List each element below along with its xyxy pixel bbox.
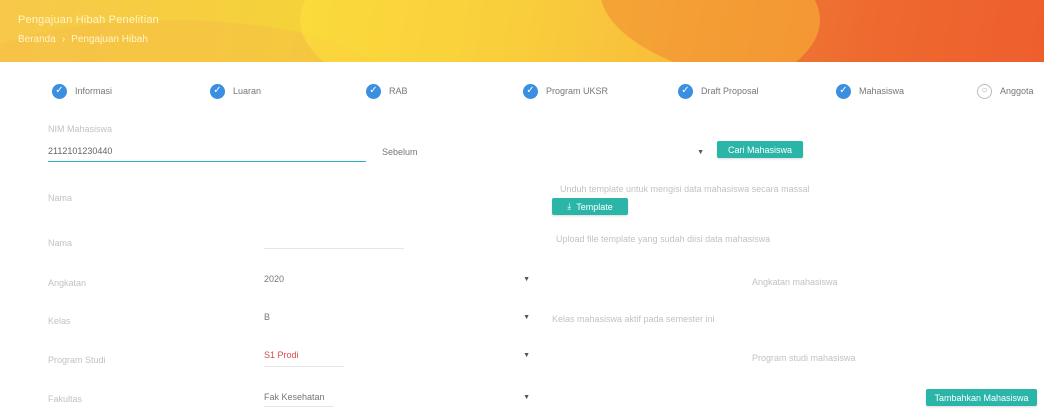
step-program-uksr[interactable]: ✓ Program UKSR — [523, 82, 608, 100]
chevron-down-icon: ▼ — [523, 351, 530, 359]
step-rab[interactable]: ✓ RAB — [366, 82, 408, 100]
chevron-down-icon: ▼ — [523, 393, 530, 401]
nim-input[interactable] — [48, 140, 366, 162]
step-label: Program UKSR — [546, 86, 609, 96]
fakultas-label: Fakultas — [48, 394, 83, 404]
filter-select[interactable]: Sebelum ▼ — [382, 143, 704, 161]
kelas-note: Kelas mahasiswa aktif pada semester ini — [552, 314, 715, 324]
check-icon: ✓ — [52, 83, 67, 99]
check-icon: ✓ — [523, 83, 538, 99]
download-icon: ⤓ — [567, 201, 572, 211]
page-header: Pengajuan Hibah Penelitian Beranda › Pen… — [0, 0, 1044, 62]
step-label: Draft Proposal — [701, 86, 759, 96]
kelas-label: Kelas — [48, 316, 71, 326]
chevron-down-icon: ▼ — [523, 275, 530, 283]
prodi-note: Program studi mahasiswa — [752, 353, 856, 363]
angkatan-value: 2020 — [264, 274, 285, 284]
check-icon: ✓ — [210, 83, 225, 99]
upload-note: Upload file template yang sudah diisi da… — [556, 234, 771, 244]
nama-row-label: Nama — [48, 238, 73, 248]
page-title: Pengajuan Hibah Penelitian — [18, 14, 159, 26]
chevron-down-icon: ▼ — [697, 148, 704, 156]
fakultas-select[interactable]: Fak Kesehatan ▼ — [264, 388, 530, 406]
check-icon: ✓ — [366, 83, 381, 99]
angkatan-label: Angkatan — [48, 278, 87, 288]
step-label: RAB — [389, 86, 408, 96]
cari-mahasiswa-button[interactable]: Cari Mahasiswa — [717, 141, 803, 158]
step-anggota[interactable]: ○ Anggota — [977, 82, 1034, 100]
check-icon: ✓ — [678, 83, 693, 99]
step-label: Mahasiswa — [859, 86, 905, 96]
header-decoration — [600, 0, 1044, 62]
breadcrumb-item-current: Pengajuan Hibah — [71, 34, 148, 45]
template-button-label: Template — [576, 201, 613, 212]
prodi-value: S1 Prodi — [264, 350, 299, 360]
prodi-label: Program Studi — [48, 355, 106, 365]
check-icon: ✓ — [836, 83, 851, 99]
fakultas-value: Fak Kesehatan — [264, 392, 325, 402]
tambah-mahasiswa-button[interactable]: Tambahkan Mahasiswa — [926, 389, 1037, 406]
step-label: Informasi — [75, 86, 113, 96]
prodi-select[interactable]: S1 Prodi ▼ — [264, 346, 530, 364]
angkatan-select[interactable]: 2020 ▼ — [264, 270, 530, 288]
step-draft-proposal[interactable]: ✓ Draft Proposal — [678, 82, 759, 100]
template-download-button[interactable]: ⤓ Template — [552, 198, 628, 215]
nim-label: NIM Mahasiswa — [48, 124, 113, 134]
nama-label: Nama — [48, 193, 73, 203]
breadcrumb-item-home[interactable]: Beranda — [18, 34, 56, 45]
step-mahasiswa[interactable]: ✓ Mahasiswa — [836, 82, 904, 100]
step-luaran[interactable]: ✓ Luaran — [210, 82, 261, 100]
chevron-down-icon: ▼ — [523, 313, 530, 321]
pending-step-icon: ○ — [977, 83, 992, 99]
template-note: Unduh template untuk mengisi data mahasi… — [560, 184, 810, 194]
angkatan-note: Angkatan mahasiswa — [752, 277, 838, 287]
prodi-field-line — [264, 366, 344, 367]
kelas-select[interactable]: B ▼ — [264, 308, 530, 326]
nama-field-line — [264, 248, 404, 249]
filter-select-value: Sebelum — [382, 147, 418, 157]
step-label: Luaran — [233, 86, 262, 96]
breadcrumb: Beranda › Pengajuan Hibah — [18, 34, 148, 45]
fakultas-field-line — [264, 406, 334, 407]
kelas-value: B — [264, 312, 271, 322]
step-informasi[interactable]: ✓ Informasi — [52, 82, 112, 100]
wizard-stepper: ✓ Informasi ✓ Luaran ✓ RAB ✓ Program UKS… — [0, 82, 1044, 104]
step-label: Anggota — [1000, 86, 1034, 96]
breadcrumb-separator: › — [61, 34, 66, 45]
